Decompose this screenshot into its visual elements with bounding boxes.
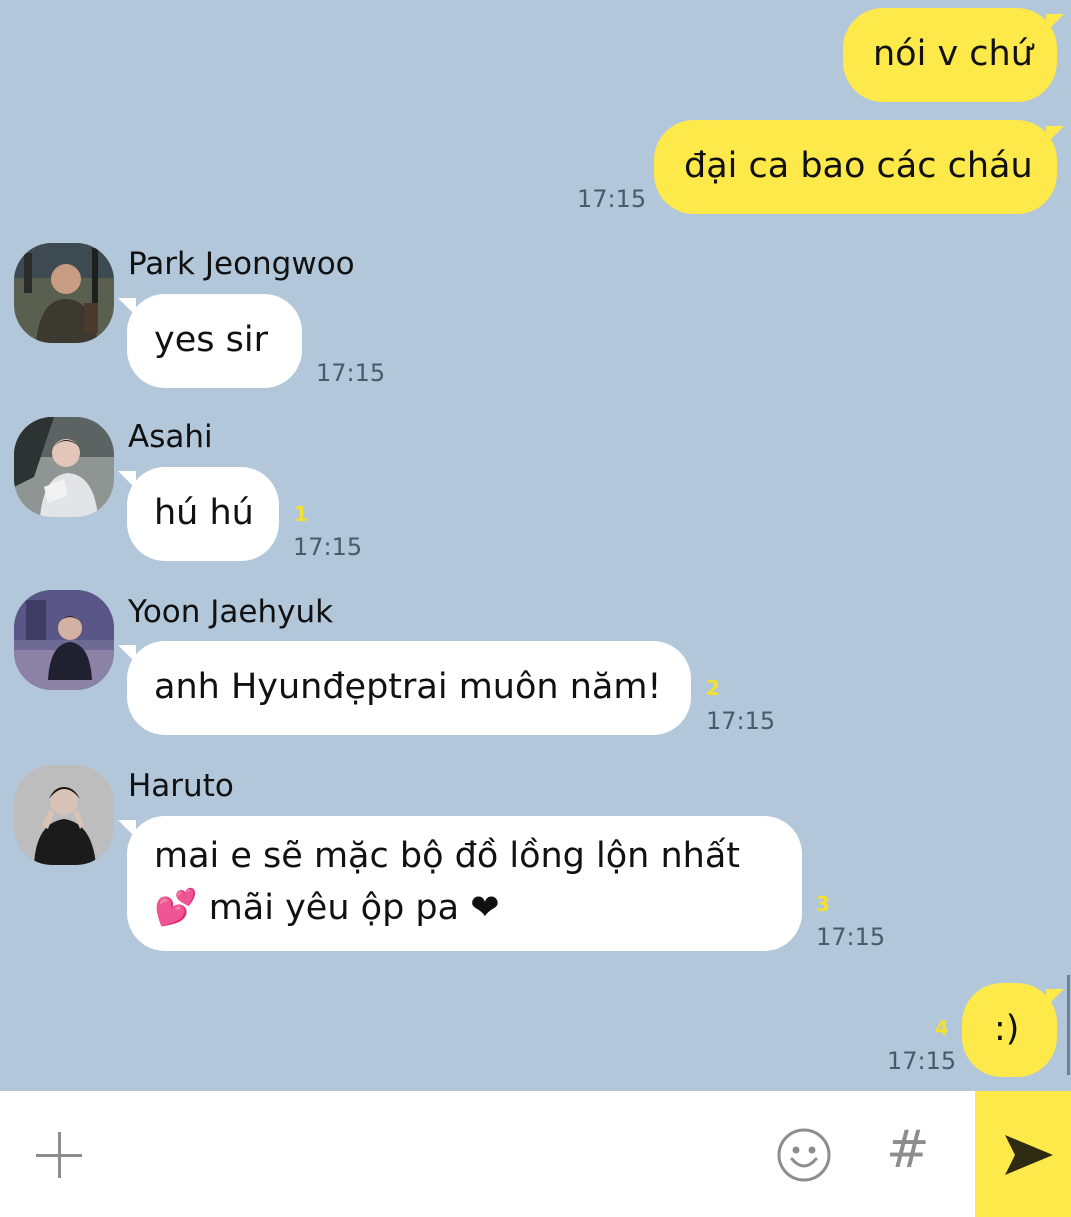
chat-area[interactable]: nói v chứ đại ca bao các cháu 17:15 Park… — [0, 0, 1071, 1091]
avatar[interactable] — [14, 243, 114, 343]
send-button[interactable] — [975, 1091, 1071, 1217]
message-time: 17:15 — [816, 923, 886, 951]
unread-count: 1 — [294, 502, 308, 526]
avatar[interactable] — [14, 590, 114, 690]
send-arrow-icon — [1005, 1135, 1053, 1175]
bubble-tail — [1046, 14, 1064, 32]
bubble-tail — [1046, 126, 1064, 144]
scrollbar[interactable] — [1067, 975, 1070, 1075]
avatar[interactable] — [14, 417, 114, 517]
incoming-message[interactable]: yes sir — [127, 294, 302, 388]
message-time: 17:15 — [316, 359, 386, 387]
message-line: mai e sẽ mặc bộ đồ lồng lộn nhất — [154, 836, 741, 876]
message-time: 17:15 — [887, 1047, 957, 1075]
message-text: đại ca bao các cháu — [684, 146, 1033, 186]
message-time: 17:15 — [577, 185, 647, 213]
message-input[interactable] — [110, 1105, 750, 1205]
smiley-icon[interactable] — [776, 1127, 832, 1183]
plus-icon[interactable] — [36, 1132, 82, 1178]
unread-count: 3 — [816, 892, 830, 916]
message-time: 17:15 — [706, 707, 776, 735]
incoming-message[interactable]: hú hú — [127, 467, 279, 561]
message-text: hú hú — [154, 493, 254, 533]
outgoing-message[interactable]: :) — [962, 983, 1057, 1077]
avatar[interactable] — [14, 765, 114, 865]
outgoing-message[interactable]: đại ca bao các cháu — [654, 120, 1057, 214]
sender-name: Asahi — [128, 419, 213, 455]
message-time: 17:15 — [293, 533, 363, 561]
message-text: yes sir — [154, 320, 268, 360]
hash-icon[interactable]: # — [886, 1120, 930, 1180]
bubble-tail — [1046, 989, 1064, 1007]
sender-name: Yoon Jaehyuk — [128, 594, 334, 630]
incoming-message[interactable]: mai e sẽ mặc bộ đồ lồng lộn nhất 💕 mãi y… — [127, 816, 802, 951]
message-text: :) — [994, 1009, 1020, 1049]
unread-count: 4 — [935, 1016, 949, 1040]
sender-name: Park Jeongwoo — [128, 246, 355, 282]
incoming-message[interactable]: anh Hyunđẹptrai muôn năm! — [127, 641, 691, 735]
outgoing-message[interactable]: nói v chứ — [843, 8, 1057, 102]
message-text: nói v chứ — [873, 34, 1033, 74]
sender-name: Haruto — [128, 768, 234, 804]
unread-count: 2 — [706, 676, 720, 700]
message-line: 💕 mãi yêu ộp pa ❤ — [154, 888, 500, 928]
message-text: anh Hyunđẹptrai muôn năm! — [154, 667, 662, 707]
